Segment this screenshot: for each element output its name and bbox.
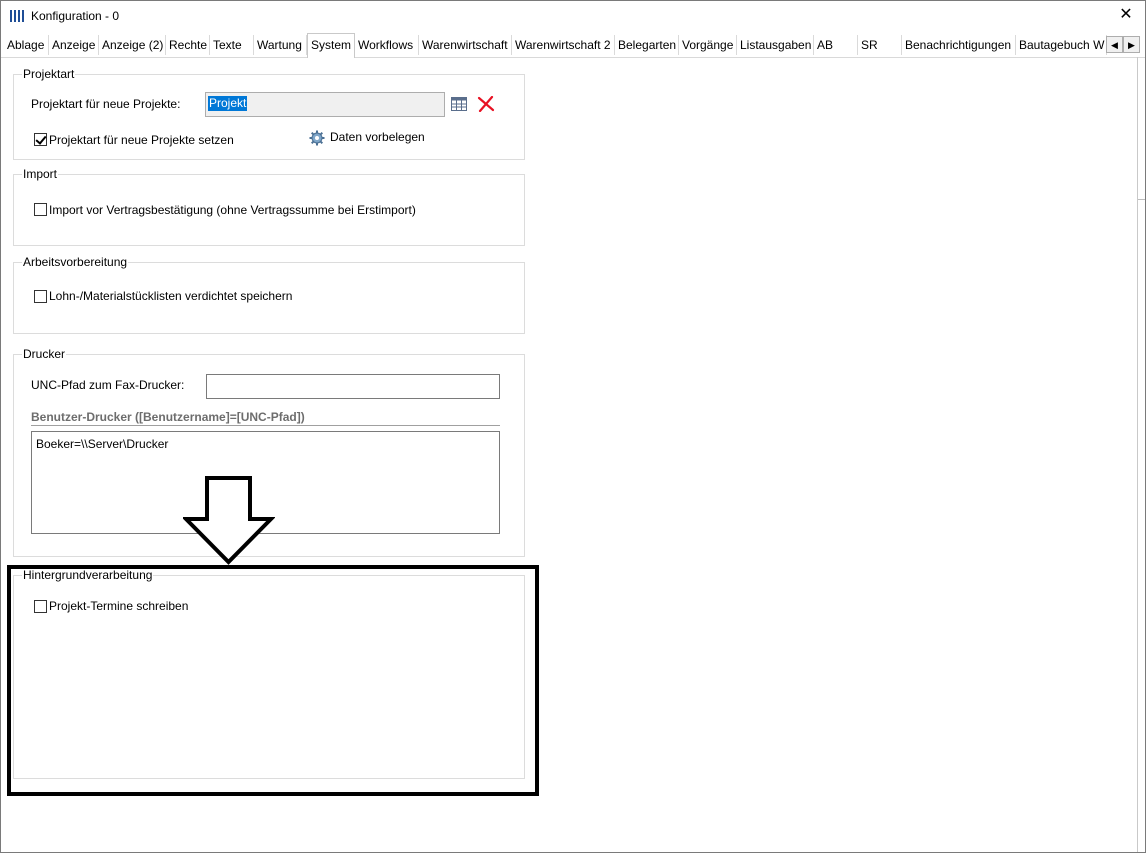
tab-belegarten[interactable]: Belegarten	[615, 35, 679, 55]
gear-icon	[309, 130, 325, 146]
tab-warenwirtschaft-2[interactable]: Warenwirtschaft 2	[512, 35, 615, 55]
verdichtet-speichern-checkbox[interactable]	[34, 290, 47, 303]
tab-anzeige[interactable]: Anzeige	[49, 35, 99, 55]
import-label: Import vor Vertragsbestätigung (ohne Ver…	[49, 203, 416, 217]
group-projektart-title: Projektart	[22, 67, 76, 81]
group-arbeitsvorbereitung-title: Arbeitsvorbereitung	[22, 255, 129, 269]
projektart-setzen-checkbox[interactable]	[34, 133, 47, 146]
tab-benachrichtigungen[interactable]: Benachrichtigungen	[902, 35, 1016, 55]
import-checkbox[interactable]	[34, 203, 47, 216]
daten-vorbelegen-button[interactable]: Daten vorbelegen	[309, 129, 439, 147]
window-title: Konfiguration - 0	[31, 9, 120, 23]
tab-scroll-left-button[interactable]: ◀	[1106, 36, 1123, 53]
panel-edge-mark	[1138, 199, 1145, 200]
benutzer-drucker-header: Benutzer-Drucker ([Benutzername]=[UNC-Pf…	[31, 410, 305, 424]
close-button[interactable]: ✕	[1117, 6, 1135, 24]
group-import: Import Import vor Vertragsbestätigung (o…	[13, 167, 525, 246]
annotation-down-arrow-icon	[183, 476, 275, 565]
projektart-field[interactable]: Projekt	[205, 92, 445, 117]
tab-wartung[interactable]: Wartung	[254, 35, 307, 55]
fax-drucker-label: UNC-Pfad zum Fax-Drucker:	[31, 378, 185, 392]
app-icon	[10, 10, 24, 22]
benutzer-drucker-value: Boeker=\\Server\Drucker	[36, 437, 169, 451]
tab-vorgaenge[interactable]: Vorgänge	[679, 35, 737, 55]
group-drucker-title: Drucker	[22, 347, 67, 361]
configuration-window: Konfiguration - 0 ✕ Ablage Anzeige Anzei…	[0, 0, 1146, 853]
tab-ab[interactable]: AB	[814, 35, 858, 55]
table-picker-icon[interactable]	[451, 97, 467, 114]
group-import-title: Import	[22, 167, 59, 181]
verdichtet-speichern-label: Lohn-/Materialstücklisten verdichtet spe…	[49, 289, 293, 303]
tab-texte[interactable]: Texte	[210, 35, 254, 55]
benutzer-drucker-divider	[31, 425, 500, 426]
projektart-setzen-label: Projektart für neue Projekte setzen	[49, 133, 234, 147]
tab-ablage[interactable]: Ablage	[4, 35, 49, 55]
tab-workflows[interactable]: Workflows	[355, 35, 419, 55]
tab-rechte[interactable]: Rechte	[166, 35, 210, 55]
tab-scroll-right-button[interactable]: ▶	[1123, 36, 1140, 53]
tab-strip: Ablage Anzeige Anzeige (2) Rechte Texte …	[1, 33, 1145, 58]
daten-vorbelegen-label: Daten vorbelegen	[330, 130, 425, 144]
projektart-label: Projektart für neue Projekte:	[31, 97, 181, 111]
tab-listausgaben[interactable]: Listausgaben	[737, 35, 814, 55]
tab-system[interactable]: System	[307, 33, 355, 58]
content-border	[1137, 57, 1138, 852]
projektart-value: Projekt	[208, 96, 248, 111]
title-bar: Konfiguration - 0 ✕	[1, 1, 1145, 31]
tab-anzeige-2[interactable]: Anzeige (2)	[99, 35, 166, 55]
fax-drucker-input[interactable]	[206, 374, 500, 399]
tab-bautagebuch[interactable]: Bautagebuch W	[1016, 35, 1107, 55]
tab-warenwirtschaft[interactable]: Warenwirtschaft	[419, 35, 512, 55]
annotation-highlight-box	[7, 565, 539, 796]
tab-sr[interactable]: SR	[858, 35, 902, 55]
group-projektart: Projektart Projektart für neue Projekte:…	[13, 67, 525, 160]
group-arbeitsvorbereitung: Arbeitsvorbereitung Lohn-/Materialstückl…	[13, 255, 525, 334]
delete-icon[interactable]	[477, 95, 495, 115]
